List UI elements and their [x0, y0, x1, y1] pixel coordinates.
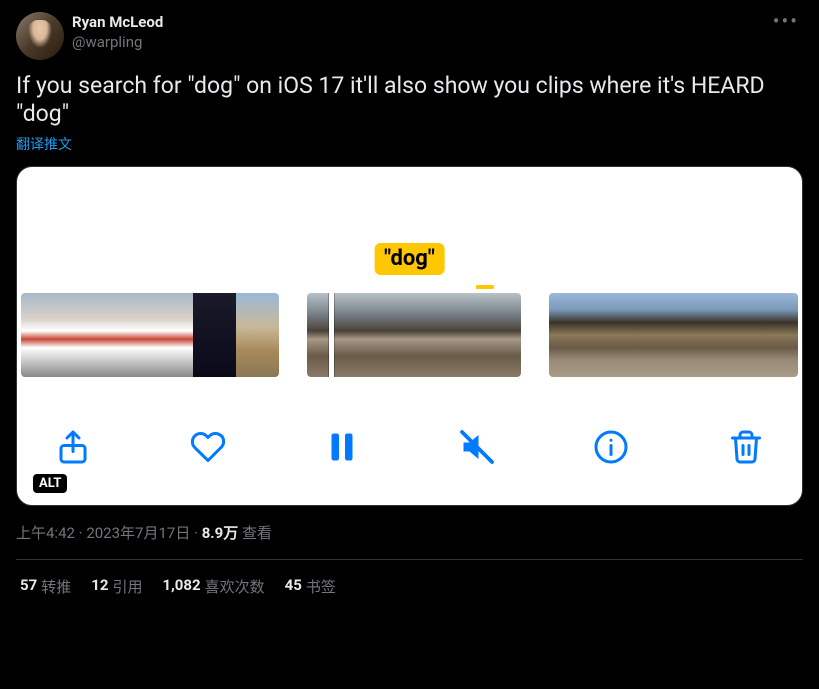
pause-icon[interactable]	[324, 429, 360, 465]
info-icon[interactable]	[593, 429, 629, 465]
thumbnail	[549, 293, 591, 377]
more-options-button[interactable]: •••	[769, 12, 803, 30]
thumbnail	[757, 293, 799, 377]
date[interactable]: 2023年7月17日	[86, 524, 190, 542]
handle: @warpling	[72, 32, 761, 52]
playhead[interactable]	[329, 293, 334, 377]
search-tooltip: "dog"	[374, 243, 445, 275]
thumbnail	[632, 293, 674, 377]
clip-group-1[interactable]	[21, 293, 279, 377]
display-name: Ryan McLeod	[72, 12, 761, 32]
clip-group-3[interactable]	[549, 293, 798, 377]
author-block[interactable]: Ryan McLeod @warpling	[72, 12, 761, 52]
heart-icon[interactable]	[190, 429, 226, 465]
tweet-header: Ryan McLeod @warpling •••	[16, 12, 803, 60]
trash-icon[interactable]	[728, 429, 764, 465]
alt-badge[interactable]: ALT	[33, 474, 67, 493]
share-icon[interactable]	[55, 429, 91, 465]
thumbnail	[150, 293, 193, 377]
bookmarks-stat[interactable]: 45 书签	[285, 576, 336, 597]
thumbnail	[674, 293, 716, 377]
thumbnail	[64, 293, 107, 377]
media-toolbar	[17, 417, 802, 477]
thumbnail	[236, 293, 279, 377]
stats-row: 57 转推 12 引用 1,082 喜欢次数 45 书签	[16, 560, 803, 597]
mute-icon[interactable]	[459, 429, 495, 465]
thumbnail	[591, 293, 633, 377]
views-label: 查看	[238, 524, 272, 542]
views-count: 8.9万	[202, 524, 239, 542]
thumbnail	[468, 293, 522, 377]
avatar[interactable]	[16, 12, 64, 60]
thumbnail	[193, 293, 236, 377]
tweet-text: If you search for "dog" on iOS 17 it'll …	[16, 72, 803, 128]
quotes-stat[interactable]: 12 引用	[91, 576, 142, 597]
tweet-meta: 上午4:42 · 2023年7月17日 · 8.9万 查看	[16, 522, 803, 543]
likes-stat[interactable]: 1,082 喜欢次数	[162, 576, 264, 597]
video-timeline[interactable]	[17, 293, 802, 377]
timestamp[interactable]: 上午4:42	[16, 524, 75, 542]
thumbnail	[361, 293, 415, 377]
thumbnail	[715, 293, 757, 377]
audio-marker	[476, 285, 494, 289]
retweets-stat[interactable]: 57 转推	[20, 576, 71, 597]
translate-link[interactable]: 翻译推文	[16, 134, 803, 154]
clip-group-2[interactable]	[307, 293, 521, 377]
thumbnail	[21, 293, 64, 377]
tweet-container: Ryan McLeod @warpling ••• If you search …	[0, 0, 819, 609]
thumbnail	[414, 293, 468, 377]
media-attachment[interactable]: "dog"	[16, 166, 803, 506]
thumbnail	[107, 293, 150, 377]
